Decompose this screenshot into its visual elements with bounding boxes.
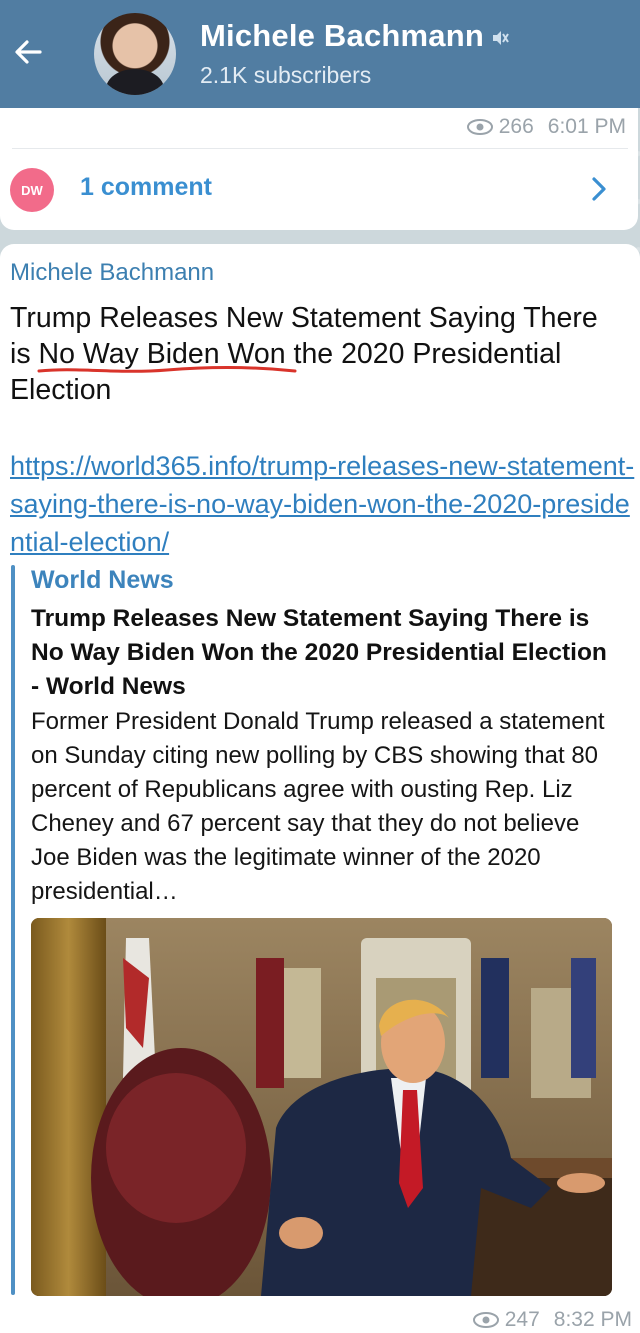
message-text: Trump Releases New Statement Saying Ther… (10, 300, 610, 408)
message-author[interactable]: Michele Bachmann (10, 259, 214, 287)
preview-description: Former President Donald Trump released a… (31, 708, 605, 905)
comments-link[interactable]: 1 comment (80, 173, 212, 202)
channel-avatar[interactable] (94, 13, 176, 95)
view-count: 247 (504, 1308, 540, 1331)
back-button[interactable] (0, 18, 56, 86)
message-time: 8:32 PM (553, 1308, 632, 1331)
article-link[interactable]: https://world365.info/trump-releases-new… (10, 447, 636, 561)
message-meta: 266 6:01 PM (466, 115, 626, 139)
preview-site-name: World News (31, 566, 174, 594)
chat-header: Michele Bachmann 2.1K subscribers (0, 0, 640, 108)
preview-title[interactable]: Trump Releases New Statement Saying Ther… (31, 602, 611, 704)
channel-title[interactable]: Michele Bachmann (200, 18, 510, 56)
eye-icon (466, 119, 493, 135)
chevron-right-icon[interactable] (590, 176, 608, 207)
channel-name: Michele Bachmann (200, 18, 485, 53)
view-count: 266 (498, 115, 534, 138)
commenter-avatar: DW (10, 168, 54, 212)
preview-image[interactable] (31, 918, 612, 1296)
muted-speaker-icon (490, 20, 510, 56)
eye-icon (472, 1312, 499, 1328)
preview-accent-bar (11, 565, 15, 1295)
oval-office-photo (31, 918, 612, 1296)
arrow-left-icon (15, 40, 42, 64)
subscriber-count: 2.1K subscribers (200, 62, 372, 88)
highlighted-phrase: No Way Biden Won (37, 338, 296, 373)
red-underline (37, 365, 296, 373)
message-time: 6:01 PM (547, 115, 626, 138)
message-meta: 247 8:32 PM (472, 1308, 632, 1332)
divider (12, 148, 628, 149)
